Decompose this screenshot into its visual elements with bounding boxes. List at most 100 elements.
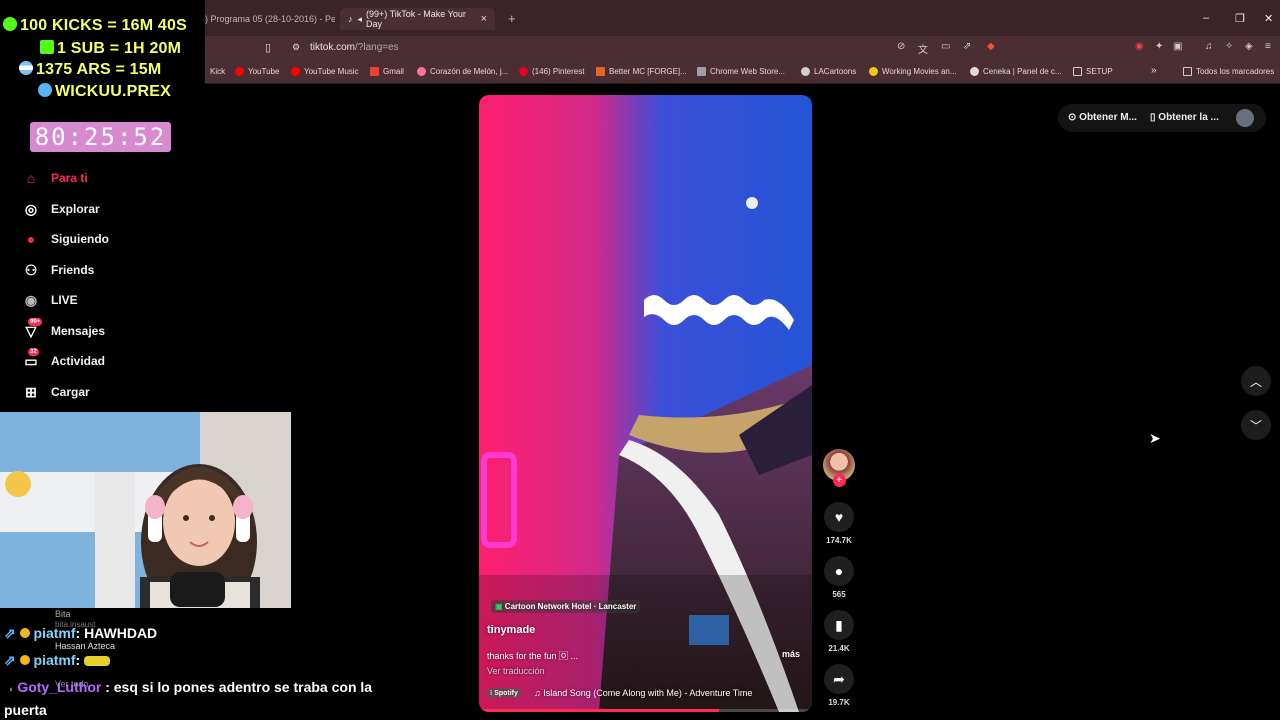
sidebar-item-live[interactable]: ◉ LIVE [22,288,202,312]
brave-shield-icon[interactable]: ◆ [987,41,995,52]
save-button[interactable]: ▮ 21.4K [823,610,855,653]
browser-tab-active[interactable]: ♪ ◂ (99+) TikTok - Make Your Day × [340,8,495,30]
bookmark-better-mc[interactable]: Better MC [FORGE]... [596,67,687,76]
bookmark-label: SETUP [1086,67,1113,76]
follow-plus-icon[interactable]: + [832,474,846,487]
more-caption-link[interactable]: más [782,649,800,659]
live-icon: ◉ [24,291,38,308]
extension-eye-icon[interactable]: ◉ [1135,41,1144,52]
site-settings-icon[interactable]: ⚙ [292,42,300,53]
sidebar-item-label: Para ti [51,171,88,185]
get-desktop-label: Obtener la ... [1158,112,1219,123]
next-video-button[interactable]: ﹀ [1241,410,1271,440]
vpn-icon[interactable]: ◈ [1245,41,1253,52]
bookmark-label: Working Movies an... [882,67,957,76]
tab-label: (99+) TikTok - Make Your Day [366,9,466,29]
tiktok-icon: ♪ [348,14,353,24]
video-author[interactable]: tinymade [487,624,535,636]
translate-link[interactable]: Ver traducción [487,666,545,676]
bookmark-kick[interactable]: Kick [210,67,225,76]
subathon-timer: 80:25:52 [30,122,171,152]
sidebar-panel-icon[interactable]: ▣ [1173,41,1182,52]
sidebar-item-friends[interactable]: ⚇ Friends [22,258,202,282]
heart-site-icon [417,67,426,76]
emote-car-icon [84,656,111,666]
comment-button[interactable]: ● 565 [823,556,855,599]
new-tab-button[interactable]: + [508,11,516,26]
bookmark-working-movies[interactable]: Working Movies an... [869,67,957,76]
webcam-image [0,412,291,610]
badge-icon [19,655,30,665]
argentina-flag-icon [19,61,33,75]
bookmark-pinterest[interactable]: (146) Pinterest [519,67,584,76]
share-icon[interactable]: ⇗ [963,41,971,52]
sidebar-item-siguiendo[interactable]: ● Siguiendo [22,227,202,251]
chat-username[interactable]: piatmf [34,625,76,641]
share-arrow-icon: ➦ [824,664,854,694]
share-count: 19.7K [828,698,850,707]
sidebar-item-cargar[interactable]: ⊞ Cargar [22,380,202,404]
close-tab-icon[interactable]: × [481,13,487,25]
bookmark-label: YouTube Music [304,67,359,76]
bookmark-label: Corazón de Melón, j... [430,67,509,76]
close-window-icon[interactable]: ✕ [1264,12,1273,25]
previous-video-button[interactable]: ︿ [1241,366,1271,396]
cast-icon[interactable]: ▭ [941,41,950,52]
youtube-icon [235,67,244,76]
url-field[interactable]: tiktok.com/?lang=es [310,42,399,53]
bookmark-youtube-music[interactable]: YouTube Music [291,67,359,76]
more-bookmarks-icon[interactable]: » [1151,65,1157,76]
video-player[interactable]: ▣ Cartoon Network Hotel · Lancaster tiny… [479,95,812,712]
sidebar-item-actividad[interactable]: ▭ 32 Actividad [22,348,202,373]
like-button[interactable]: ♥ 174.7K [823,502,855,545]
music-title: Island Song (Come Along with Me) - Adven… [543,688,753,698]
bookmark-corazon[interactable]: Corazón de Melón, j... [417,67,508,76]
bookmark-setup[interactable]: SETUP [1073,67,1113,76]
sidebar-item-mensajes[interactable]: ▽ 99+ Mensajes [22,318,202,343]
overlay-prex-text: WICKUU.PREX [55,83,171,100]
share-button[interactable]: ➦ 19.7K [823,664,855,707]
activity-badge: 32 [28,348,39,356]
overlay-kicks-line: 100 KICKS = 16M 40S [3,17,187,35]
music-track[interactable]: ♫ Island Song (Come Along with Me) - Adv… [534,688,752,698]
bookmark-label: YouTube [248,67,280,76]
folder-icon [1073,67,1082,76]
sidebar-item-label: Friends [51,263,95,277]
bookmark-chrome-store[interactable]: Chrome Web Store... [697,67,785,76]
video-progress-track[interactable] [479,709,812,712]
overlay-ars-line: 1375 ARS = 15M [19,61,161,79]
chat-username[interactable]: Goty_Luthor [17,679,101,695]
bookmark-icon[interactable]: ▯ [265,41,271,54]
bookmark-ceneka[interactable]: Ceneka | Panel de c... [970,67,1062,76]
location-tag[interactable]: ▣ Cartoon Network Hotel · Lancaster [491,600,641,613]
youtube-music-icon [291,67,300,76]
chat-message: ⇗ piatmf: [4,652,111,669]
sidebar-item-label: Cargar [51,385,90,399]
browser-tab-bar: ) Programa 05 (28-10-2016) - Pe ♪ ◂ (99+… [205,0,1280,36]
sidebar-item-para-ti[interactable]: ⌂ Para ti [22,166,202,190]
chat-username[interactable]: piatmf [34,652,76,668]
mute-icon[interactable]: ⊘ [897,41,905,52]
get-app-button[interactable]: ⊙ Obtener M... [1068,112,1137,123]
creator-avatar[interactable]: + [823,449,855,487]
webcam-feed [0,412,291,610]
bookmark-youtube[interactable]: YouTube [235,67,279,76]
browser-tab-previous[interactable]: ) Programa 05 (28-10-2016) - Pe [205,8,335,30]
music-source-tag[interactable]: ⁝ Spotify [487,688,521,698]
bookmark-gmail[interactable]: Gmail [370,67,404,76]
phone-icon: ▯ [1150,112,1156,123]
menu-icon[interactable]: ≡ [1265,41,1271,52]
bookmark-all[interactable]: Todos los marcadores [1183,67,1274,76]
user-avatar[interactable] [1236,109,1254,127]
extensions-icon[interactable]: ✦ [1155,41,1163,52]
minimize-icon[interactable]: – [1203,12,1209,24]
get-desktop-button[interactable]: ▯ Obtener la ... [1150,112,1219,123]
sidebar-item-explorar[interactable]: ◎ Explorar [22,197,202,221]
following-avatar-icon: ● [26,231,36,247]
stream-overlay: 100 KICKS = 16M 40S 1 SUB = 1H 20M 1375 … [0,0,205,110]
music-icon[interactable]: ♫ [1205,41,1213,52]
restore-icon[interactable]: ❐ [1235,12,1245,25]
bookmark-lacartoons[interactable]: LACartoons [801,67,856,76]
translate-icon[interactable]: 文 [918,41,928,56]
leo-ai-icon[interactable]: ✧ [1225,41,1233,52]
